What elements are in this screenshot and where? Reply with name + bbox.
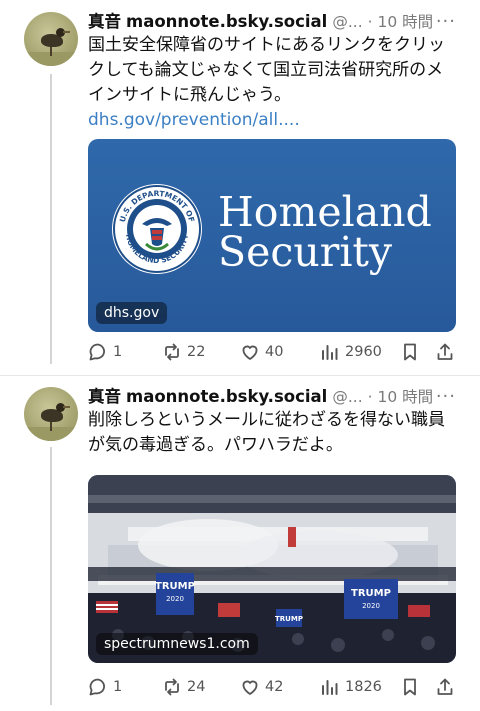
card-domain: spectrumnews1.com [96,633,258,655]
bar-chart-icon [322,680,338,695]
reply-count: 1 [113,679,123,695]
like-count: 40 [265,344,284,360]
link-card[interactable]: TRUMP 2020 TRUMP 2020 TRUMP spectrumnews… [88,475,456,663]
display-name[interactable]: 真音 [88,8,121,32]
speech-bubble-icon [89,343,105,361]
post-content: 真音 maonnote.bsky.social @... · 10 時間 ···… [88,8,456,133]
bookmark-icon [404,343,416,361]
wordmark-line-1: Homeland [218,188,432,236]
avatar[interactable] [24,12,78,66]
handle[interactable]: maonnote.bsky.social [126,12,327,31]
dhs-wordmark: Homeland Security [218,188,432,276]
repost-count: 24 [187,679,206,695]
reply-button[interactable]: 1 [88,342,162,362]
more-options-button[interactable]: ··· [436,11,456,32]
more-options-button[interactable]: ··· [436,386,456,407]
views-button[interactable]: 1826 [320,677,400,697]
repost-button[interactable]: 24 [162,677,240,697]
views-button[interactable]: 2960 [320,342,400,362]
repost-count: 22 [187,344,206,360]
dhs-seal-icon: U.S. DEPARTMENT OF HOMELAND SECURITY [112,184,202,274]
repost-arrows-icon [165,678,179,696]
link-card[interactable]: U.S. DEPARTMENT OF HOMELAND SECURITY Hom… [88,139,456,332]
card-domain: dhs.gov [96,302,168,324]
share-button[interactable] [435,342,455,362]
repost-arrows-icon [165,343,179,361]
heart-icon [242,345,258,360]
post-content: 真音 maonnote.bsky.social @... · 10 時間 ···… [88,383,456,458]
handle-suffix: @... [332,388,363,406]
wordmark-line-2: Security [218,228,393,276]
timestamp[interactable]: · 10 時間 [368,10,434,32]
post[interactable]: 真音 maonnote.bsky.social @... · 10 時間 ···… [0,0,480,375]
reply-button[interactable]: 1 [88,677,162,697]
like-button[interactable]: 42 [240,677,320,697]
bookmark-button[interactable] [400,342,435,362]
share-button[interactable] [435,677,455,697]
display-name[interactable]: 真音 [88,383,121,407]
post-header: 真音 maonnote.bsky.social @... · 10 時間 ··· [88,8,456,32]
like-button[interactable]: 40 [240,342,320,362]
banner-text: TRUMP [351,588,391,599]
repost-button[interactable]: 22 [162,342,240,362]
banner-text: TRUMP [275,615,303,623]
thread-line [50,74,52,364]
reply-count: 1 [113,344,123,360]
banner-sub: 2020 [166,595,184,603]
heart-icon [242,680,258,695]
post-actions: 1 22 40 2960 [88,340,460,364]
timestamp[interactable]: · 10 時間 [368,385,434,407]
views-count: 1826 [345,679,382,695]
bookmark-icon [404,678,416,696]
handle[interactable]: maonnote.bsky.social [126,387,327,406]
views-count: 2960 [345,344,382,360]
share-arrow-icon [437,343,453,360]
post-text: 削除しろというメールに従わざるを得ない職員が気の毒過ぎる。パワハラだよ。 [88,410,445,455]
share-arrow-icon [437,678,453,695]
thread-line [50,447,52,705]
post-header: 真音 maonnote.bsky.social @... · 10 時間 ··· [88,383,456,407]
post-link[interactable]: dhs.gov/prevention/all.... [88,108,456,133]
handle-suffix: @... [332,13,363,31]
bar-chart-icon [322,345,338,360]
like-count: 42 [265,679,284,695]
bookmark-button[interactable] [400,677,435,697]
avatar[interactable] [24,387,78,441]
banner-text: TRUMP [155,581,195,592]
speech-bubble-icon [89,678,105,696]
post-text: 国土安全保障省のサイトにあるリンクをクリックしても論文じゃなくて国立司法省研究所… [88,35,445,105]
banner-sub: 2020 [362,602,380,610]
post-actions: 1 24 42 1826 [88,675,460,699]
